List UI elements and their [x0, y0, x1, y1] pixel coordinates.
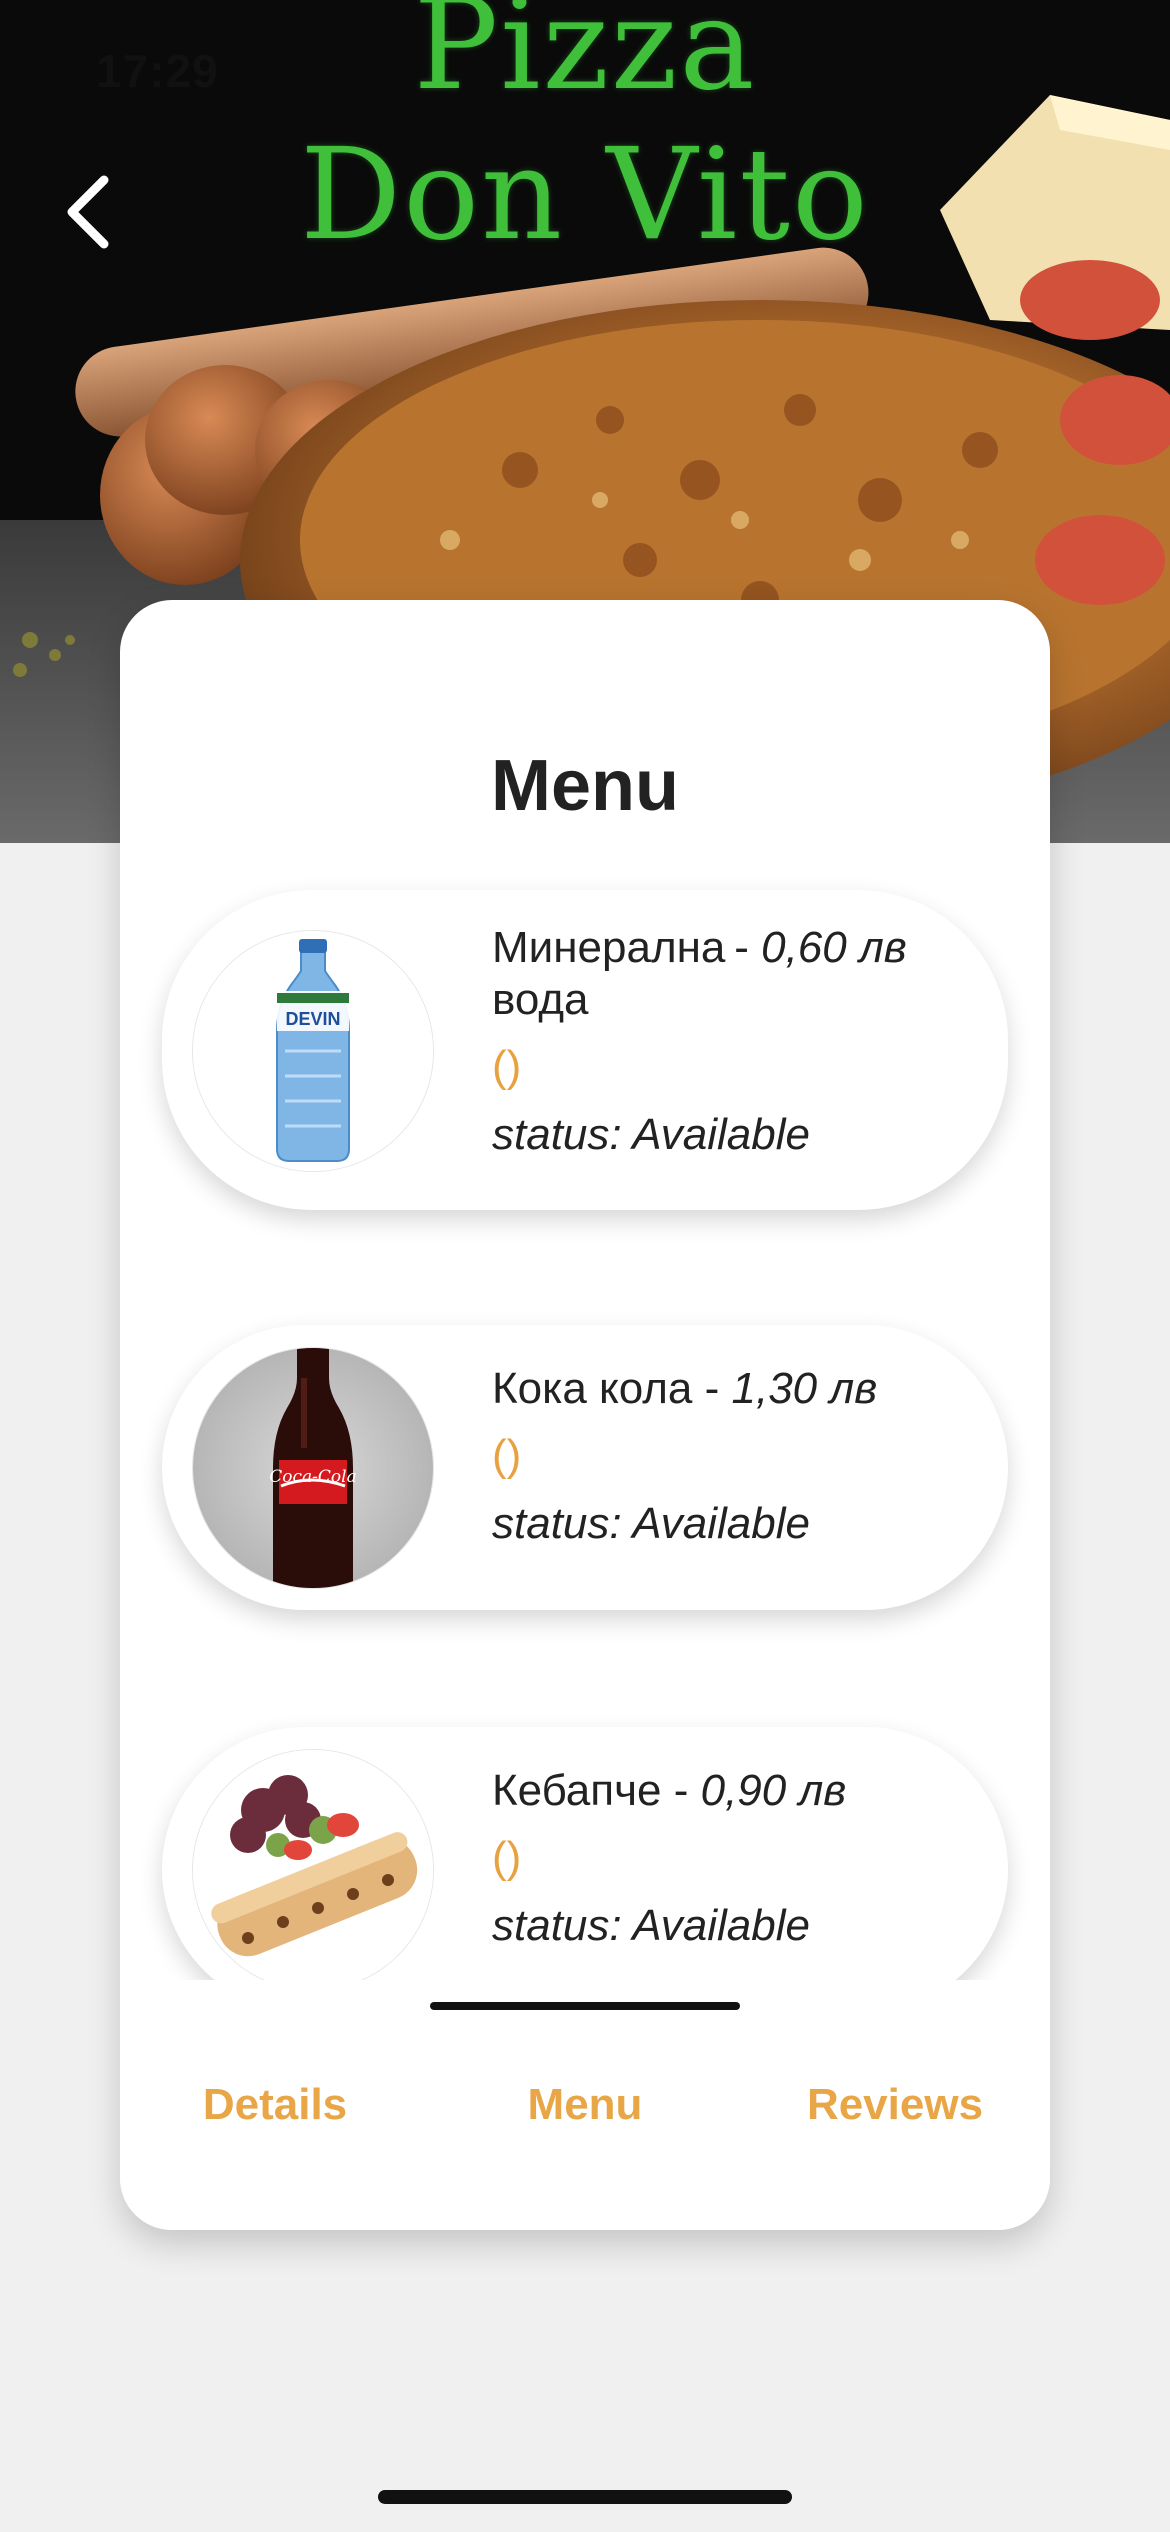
- item-status: status: Available: [492, 1497, 992, 1551]
- status-value: Available: [632, 1901, 810, 1950]
- item-info: Кебапче - 0,90 лв () status: Available: [492, 1765, 992, 1953]
- item-title-line: Кебапче - 0,90 лв: [492, 1765, 992, 1817]
- active-tab-indicator: [430, 2002, 740, 2010]
- status-bar-time: 17:29: [96, 45, 219, 97]
- item-name: Кока кола: [492, 1364, 693, 1413]
- logo-line-2: Don Vito: [300, 121, 870, 268]
- item-separator: -: [692, 1364, 732, 1413]
- status-label: status:: [492, 1110, 622, 1159]
- item-price: 1,30 лв: [731, 1364, 878, 1413]
- tab-details[interactable]: Details: [120, 2080, 430, 2130]
- restaurant-logo-title: Pizza Don Vito: [0, 0, 1170, 270]
- home-indicator[interactable]: [378, 2490, 792, 2504]
- item-price: 0,90 лв: [700, 1766, 847, 1815]
- tab-reviews[interactable]: Reviews: [740, 2080, 1050, 2130]
- menu-item-coca-cola[interactable]: Coca-Cola Кока кола - 1,30 лв () status:…: [162, 1325, 1008, 1610]
- water-bottle-image: DEVIN: [192, 930, 434, 1172]
- item-rating: (): [492, 1431, 522, 1480]
- status-value: Available: [632, 1110, 810, 1159]
- back-button[interactable]: [58, 170, 122, 254]
- menu-list[interactable]: DEVIN Минерална вода - 0,60 лв () status…: [120, 860, 1050, 1980]
- chevron-left-icon: [67, 175, 109, 249]
- item-info: Кока кола - 1,30 лв () status: Available: [492, 1363, 992, 1551]
- tab-menu[interactable]: Menu: [430, 2080, 740, 2130]
- item-name: Кебапче: [492, 1766, 662, 1815]
- svg-text:Coca-Cola: Coca-Cola: [269, 1467, 356, 1487]
- status-label: status:: [492, 1901, 622, 1950]
- page-title: Menu: [491, 746, 679, 826]
- status-label: status:: [492, 1499, 622, 1548]
- status-value: Available: [632, 1499, 810, 1548]
- menu-item-kebapche[interactable]: Кебапче - 0,90 лв () status: Available: [162, 1727, 1008, 1980]
- menu-item-mineral-water[interactable]: DEVIN Минерална вода - 0,60 лв () status…: [162, 890, 1008, 1210]
- kebapche-image: [192, 1749, 434, 1980]
- item-title-line: Кока кола - 1,30 лв: [492, 1363, 992, 1415]
- item-status: status: Available: [492, 1108, 992, 1162]
- cola-bottle-image: Coca-Cola: [192, 1347, 434, 1589]
- item-separator: -: [722, 923, 762, 972]
- item-status: status: Available: [492, 1899, 992, 1953]
- item-info: Минерална вода - 0,60 лв () status: Avai…: [492, 922, 992, 1162]
- item-rating: (): [492, 1042, 522, 1091]
- tab-bar: Details Menu Reviews: [120, 1980, 1050, 2230]
- item-price: 0,60 лв: [761, 923, 907, 972]
- item-title-line: Минерална вода - 0,60 лв: [492, 922, 992, 1026]
- item-separator: -: [661, 1766, 701, 1815]
- svg-text:DEVIN: DEVIN: [285, 1009, 340, 1029]
- menu-card: Menu DEVIN Минерална вода - 0,60 лв () s…: [120, 600, 1050, 2230]
- item-name: Минерална вода: [492, 923, 726, 1024]
- item-rating: (): [492, 1833, 522, 1882]
